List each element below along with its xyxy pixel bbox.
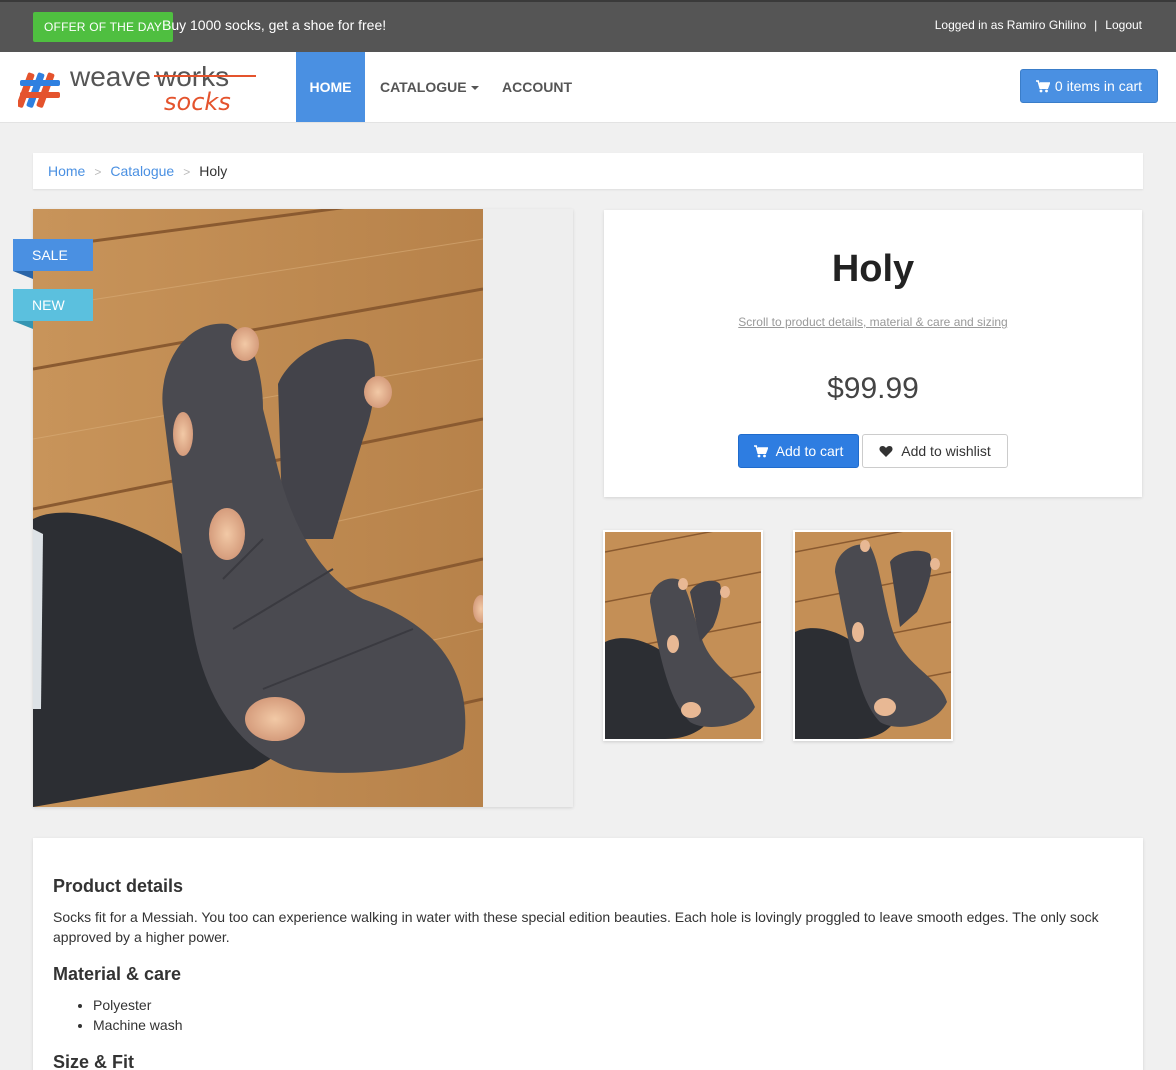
logout-link[interactable]: Logout: [1105, 18, 1142, 32]
login-area: Logged in as Ramiro Ghilino | Logout: [935, 18, 1142, 32]
product-thumbnail[interactable]: [793, 530, 953, 741]
scroll-to-details-link[interactable]: Scroll to product details, material & ca…: [604, 315, 1142, 329]
product-details-heading: Product details: [53, 876, 184, 896]
breadcrumb-home[interactable]: Home: [48, 163, 85, 179]
product-thumbnail[interactable]: [603, 530, 763, 741]
shopping-cart-icon: [753, 445, 769, 458]
heart-icon: [879, 446, 893, 457]
caret-down-icon: [470, 86, 479, 91]
breadcrumb-separator: >: [183, 165, 191, 179]
svg-text:weave: weave: [69, 62, 151, 92]
main-navbar: weave works socks HOME CATALOGUE ACCOUNT…: [0, 52, 1176, 123]
new-badge: NEW: [13, 289, 93, 329]
nav-catalogue[interactable]: CATALOGUE: [366, 52, 493, 122]
product-info-box: Holy Scroll to product details, material…: [604, 210, 1142, 497]
nav-home[interactable]: HOME: [296, 52, 365, 122]
top-bar: OFFER OF THE DAY Buy 1000 socks, get a s…: [0, 0, 1176, 52]
weaveworks-logo-icon: [18, 72, 60, 108]
product-price: $99.99: [827, 372, 919, 405]
add-to-wishlist-button[interactable]: Add to wishlist: [862, 434, 1008, 468]
product-description: Socks fit for a Messiah. You too can exp…: [53, 909, 1099, 945]
login-separator: |: [1094, 18, 1098, 32]
material-care-heading: Material & care: [53, 964, 182, 984]
offer-of-the-day-badge[interactable]: OFFER OF THE DAY: [33, 12, 174, 42]
add-to-wishlist-label: Add to wishlist: [901, 443, 991, 459]
offer-text[interactable]: Buy 1000 socks, get a shoe for free!: [162, 17, 386, 33]
add-to-cart-button[interactable]: Add to cart: [738, 434, 859, 468]
weaveworks-socks-logo[interactable]: weave works socks: [18, 62, 258, 114]
svg-text:socks: socks: [164, 88, 231, 114]
material-list: Polyester Machine wash: [53, 995, 1123, 1035]
product-title: Holy: [831, 248, 915, 290]
breadcrumb: Home > Catalogue > Holy: [33, 153, 1143, 189]
list-item: Polyester: [93, 995, 1123, 1015]
nav-catalogue-label: CATALOGUE: [380, 79, 467, 95]
main-product-image-container: [33, 209, 573, 807]
sale-badge: SALE: [13, 239, 93, 279]
list-item: Machine wash: [93, 1015, 1123, 1035]
add-to-cart-label: Add to cart: [775, 443, 844, 459]
main-product-photo[interactable]: [33, 209, 483, 807]
breadcrumb-current: Holy: [199, 163, 228, 179]
breadcrumb-separator: >: [94, 165, 102, 179]
logged-in-text: Logged in as Ramiro Ghilino: [934, 18, 1087, 32]
shopping-cart-icon: [1035, 80, 1051, 93]
size-fit-heading: Size & Fit: [53, 1052, 135, 1070]
cart-label: 0 items in cart: [1054, 78, 1143, 94]
cart-button[interactable]: 0 items in cart: [1020, 69, 1158, 103]
nav-account[interactable]: ACCOUNT: [488, 52, 586, 122]
product-details-section: Product details Socks fit for a Messiah.…: [33, 838, 1143, 1070]
breadcrumb-catalogue[interactable]: Catalogue: [110, 163, 174, 179]
